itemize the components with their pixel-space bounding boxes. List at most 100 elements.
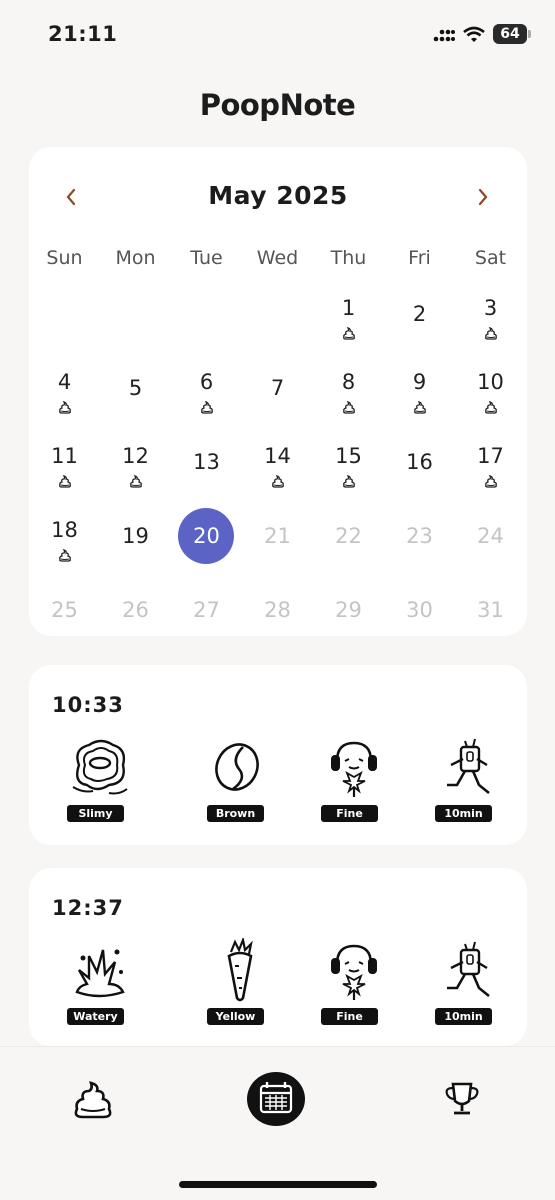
- entry-tag: 10min: [427, 735, 507, 825]
- day-cell-17[interactable]: 17: [455, 425, 526, 499]
- tag-label: 10min: [435, 805, 492, 822]
- tab-achievements[interactable]: [432, 1069, 492, 1129]
- calendar-header: May 2025: [29, 177, 527, 217]
- day-cell-15[interactable]: 15: [313, 425, 384, 499]
- day-cell-22[interactable]: 22: [313, 499, 384, 573]
- day-cell-23[interactable]: 23: [384, 499, 455, 573]
- headphones-face-icon: [331, 944, 377, 1000]
- day-number: 14: [264, 443, 291, 468]
- day-cell-10[interactable]: 10: [455, 351, 526, 425]
- weekday-label: Sun: [46, 247, 83, 269]
- entry-tag: Watery: [59, 938, 139, 1028]
- day-number: 19: [122, 523, 149, 548]
- status-bar: 21:11 64: [0, 0, 555, 70]
- weekday-label: Fri: [408, 247, 431, 269]
- entry-time: 10:33: [52, 693, 124, 717]
- running-timer-icon: [447, 941, 490, 998]
- poop-mark-icon: [484, 400, 497, 414]
- tag-label: 10min: [435, 1008, 492, 1025]
- entry-tag: Fine: [313, 735, 393, 825]
- calendar-card: May 2025 Sun Mon Tue Wed Thu Fri Sat 123456789…: [29, 147, 527, 636]
- weekday-row: Sun Mon Tue Wed Thu Fri Sat: [29, 247, 527, 269]
- day-cell-2[interactable]: 2: [384, 277, 455, 351]
- day-number: 3: [483, 295, 498, 320]
- day-cell-1[interactable]: 1: [313, 277, 384, 351]
- poop-mark-icon: [342, 474, 355, 488]
- chevron-right-icon: [478, 188, 488, 206]
- day-cell-19[interactable]: 19: [100, 499, 171, 573]
- tag-label: Brown: [207, 805, 264, 822]
- day-cell-18[interactable]: 18: [29, 499, 100, 573]
- day-cell-empty: [100, 277, 171, 351]
- poop-mark: [58, 473, 72, 492]
- headphones-face-icon: [331, 741, 377, 797]
- day-number: 1: [341, 295, 356, 320]
- day-number: 5: [128, 375, 143, 400]
- battery-icon: 64: [493, 24, 531, 44]
- day-cell-29[interactable]: 29: [313, 573, 384, 647]
- day-cell-25[interactable]: 25: [29, 573, 100, 647]
- entry-tag: 10min: [427, 938, 507, 1028]
- poop-mark-icon: [129, 474, 142, 488]
- day-cell-11[interactable]: 11: [29, 425, 100, 499]
- weekday-label: Wed: [256, 247, 299, 269]
- tab-record[interactable]: [63, 1069, 123, 1129]
- poop-mark-icon: [484, 474, 497, 488]
- weekday-label: Thu: [330, 247, 367, 269]
- poop-mark: [58, 399, 72, 418]
- day-cell-28[interactable]: 28: [242, 573, 313, 647]
- tag-label: Slimy: [67, 805, 124, 822]
- day-number: 20: [193, 523, 220, 548]
- poop-mark: [129, 473, 143, 492]
- day-cell-8[interactable]: 8: [313, 351, 384, 425]
- day-cell-6[interactable]: 6: [171, 351, 242, 425]
- day-number: 27: [193, 597, 220, 622]
- slimy-icon: [72, 739, 128, 795]
- day-cell-3[interactable]: 3: [455, 277, 526, 351]
- day-number: 24: [477, 523, 504, 548]
- day-cell-5[interactable]: 5: [100, 351, 171, 425]
- poop-mark-icon: [413, 400, 426, 414]
- day-cell-4[interactable]: 4: [29, 351, 100, 425]
- poop-mark: [58, 547, 72, 566]
- day-number: 23: [406, 523, 433, 548]
- day-cell-26[interactable]: 26: [100, 573, 171, 647]
- day-cell-14[interactable]: 14: [242, 425, 313, 499]
- day-cell-12[interactable]: 12: [100, 425, 171, 499]
- next-month-button[interactable]: [463, 179, 503, 215]
- day-cell-13[interactable]: 13: [171, 425, 242, 499]
- entry-card[interactable]: 12:37 Watery Yellow Fine 10min: [29, 868, 527, 1046]
- poop-mark: [271, 473, 285, 492]
- day-cell-24[interactable]: 24: [455, 499, 526, 573]
- day-number: 15: [335, 443, 362, 468]
- day-number: 29: [335, 597, 362, 622]
- day-cell-20[interactable]: 20: [171, 499, 242, 573]
- day-cell-9[interactable]: 9: [384, 351, 455, 425]
- day-cell-27[interactable]: 27: [171, 573, 242, 647]
- month-title: May 2025: [208, 181, 348, 210]
- entry-card[interactable]: 10:33 Slimy Brown Fine 10min: [29, 665, 527, 845]
- day-number: 16: [406, 449, 433, 474]
- signal-icon: [433, 29, 455, 42]
- day-cell-7[interactable]: 7: [242, 351, 313, 425]
- tab-calendar[interactable]: [246, 1069, 306, 1129]
- entry-tag: Yellow: [199, 938, 279, 1028]
- day-number: 30: [406, 597, 433, 622]
- entry-time: 12:37: [52, 896, 124, 920]
- tag-label: Fine: [321, 805, 378, 822]
- poop-mark: [342, 325, 356, 344]
- trophy-icon: [445, 1082, 479, 1115]
- day-cell-30[interactable]: 30: [384, 573, 455, 647]
- running-timer-icon: [447, 738, 490, 795]
- day-cell-21[interactable]: 21: [242, 499, 313, 573]
- poop-mark-icon: [271, 474, 284, 488]
- day-number: 25: [51, 597, 78, 622]
- day-cell-16[interactable]: 16: [384, 425, 455, 499]
- poop-mark: [342, 399, 356, 418]
- tag-label: Yellow: [207, 1008, 264, 1025]
- poop-mark: [484, 399, 498, 418]
- day-number: 6: [199, 369, 214, 394]
- weekday-label: Sat: [474, 247, 507, 269]
- home-indicator: [179, 1181, 377, 1188]
- day-cell-31[interactable]: 31: [455, 573, 526, 647]
